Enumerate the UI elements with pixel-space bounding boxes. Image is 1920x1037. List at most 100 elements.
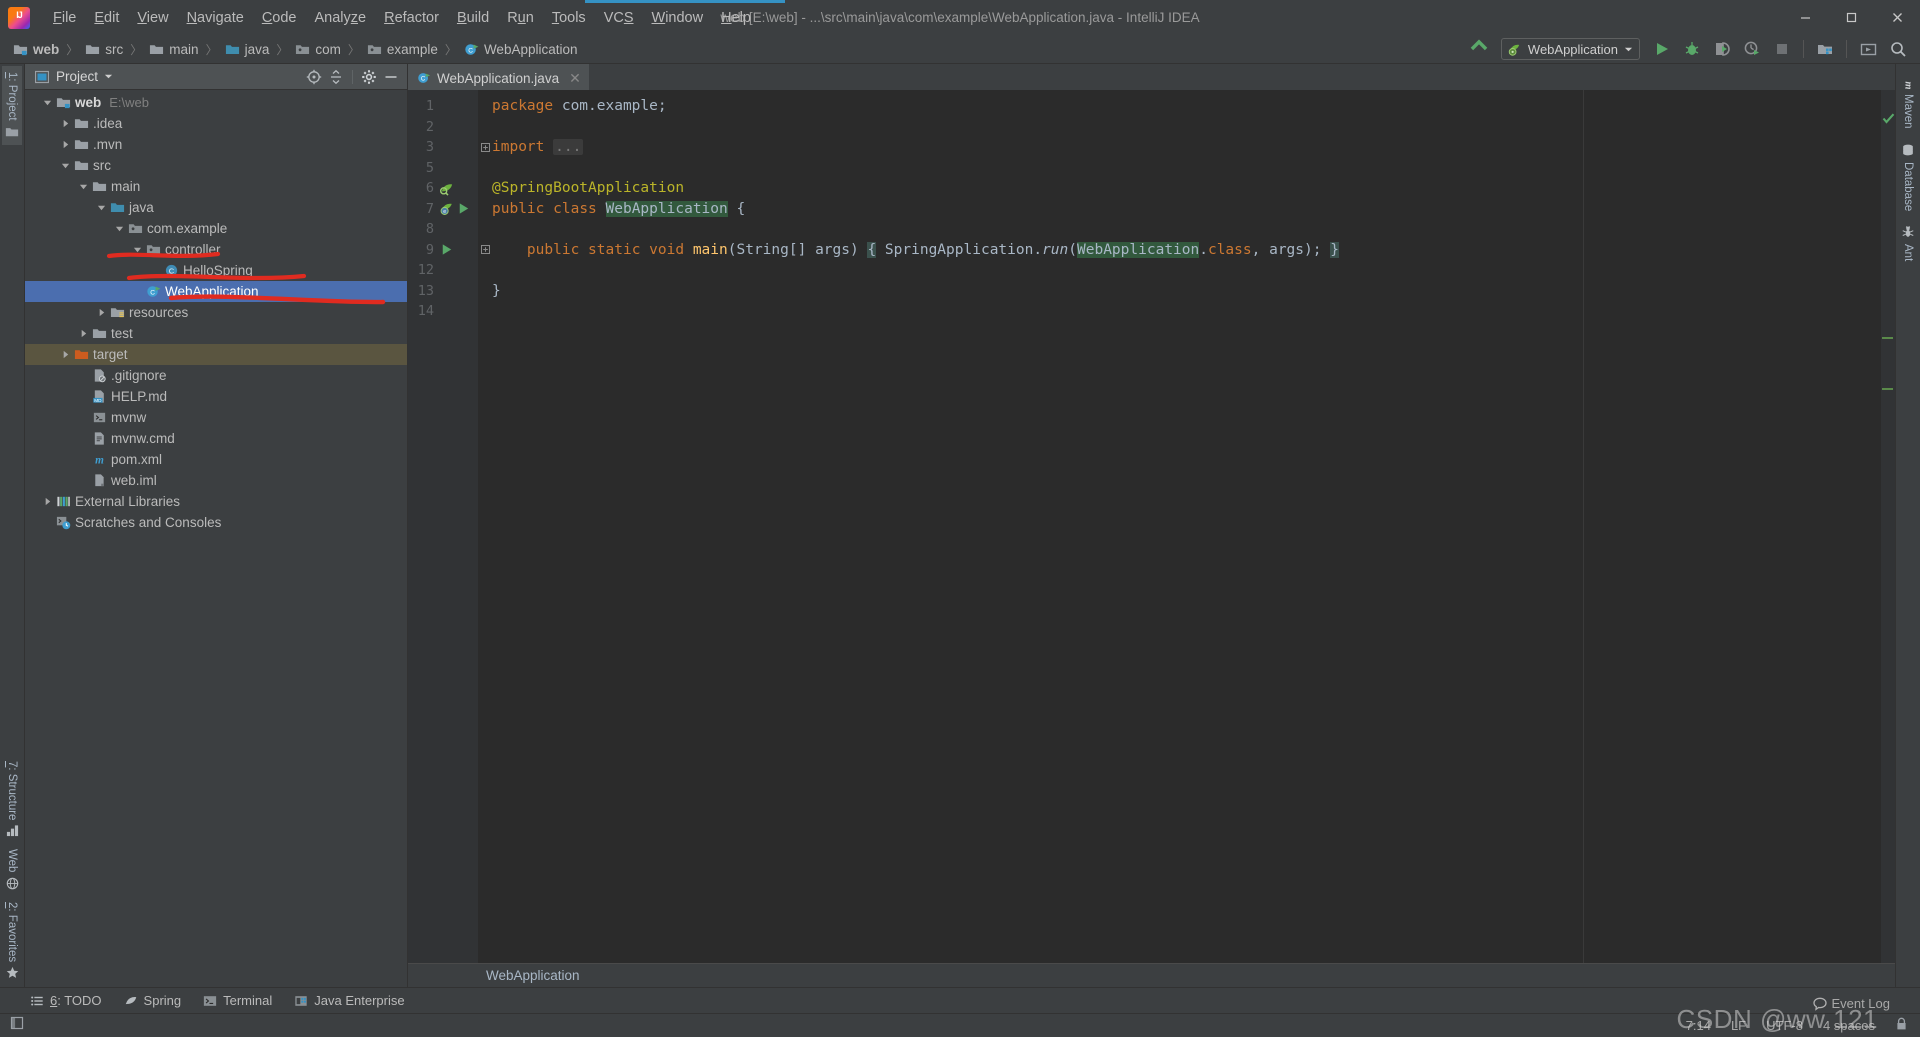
chevron-right-icon[interactable] [59, 140, 72, 149]
bottom-tab-6-todo[interactable]: 6: TODO [30, 993, 102, 1008]
menu-item-code[interactable]: Code [253, 7, 306, 29]
editor-tab-webapplication[interactable]: C WebApplication.java ✕ [408, 64, 589, 90]
tree-node-external-libraries[interactable]: External Libraries [25, 491, 407, 512]
tree-node-scratches-and-consoles[interactable]: Scratches and Consoles [25, 512, 407, 533]
gutter-icons[interactable] [434, 181, 474, 196]
gutter-icons[interactable]: e [434, 201, 474, 216]
menu-item-view[interactable]: View [128, 7, 177, 29]
tree-node-main[interactable]: main [25, 176, 407, 197]
breadcrumb-item-web[interactable]: web [10, 41, 62, 58]
chevron-right-icon[interactable] [77, 329, 90, 338]
bottom-tab-terminal[interactable]: Terminal [203, 993, 272, 1008]
tree-node-hellospring[interactable]: C HelloSpring [25, 260, 407, 281]
breadcrumb-item-java[interactable]: java [222, 41, 273, 58]
gutter-line-1[interactable]: 1 [408, 96, 478, 117]
breadcrumb-item-com[interactable]: com [292, 41, 344, 58]
bottom-tab-java-enterprise[interactable]: Java Enterprise [294, 993, 405, 1008]
close-tab-icon[interactable]: ✕ [569, 70, 581, 87]
analysis-marker-gutter[interactable] [1881, 90, 1895, 963]
menu-item-vcs[interactable]: VCS [595, 7, 643, 29]
chevron-down-icon[interactable] [59, 161, 72, 170]
tree-node-target[interactable]: target [25, 344, 407, 365]
select-opened-file-button[interactable] [1854, 36, 1882, 62]
scroll-from-source-button[interactable] [304, 67, 324, 87]
tree-node-web[interactable]: web E:\web [25, 92, 407, 113]
menu-item-build[interactable]: Build [448, 7, 498, 29]
fold-marker-import[interactable] [478, 137, 492, 158]
project-structure-button[interactable] [1811, 36, 1839, 62]
gutter-line-8[interactable]: 8 [408, 219, 478, 240]
chevron-down-icon[interactable] [41, 98, 54, 107]
tree-node-controller[interactable]: controller [25, 239, 407, 260]
show-tool-windows-icon[interactable] [10, 1016, 24, 1035]
breadcrumb-item-main[interactable]: main [146, 41, 201, 58]
chevron-down-icon[interactable] [131, 245, 144, 254]
tool-window-button-maven[interactable]: m Maven [1898, 68, 1918, 136]
tree-node-pom-xml[interactable]: m pom.xml [25, 449, 407, 470]
gutter-line-13[interactable]: 13 [408, 281, 478, 302]
read-only-lock-icon[interactable] [1895, 1017, 1908, 1034]
gutter-line-6[interactable]: 6 [408, 178, 478, 199]
run-configuration-selector[interactable]: WebApplication [1500, 38, 1640, 60]
tree-node-test[interactable]: test [25, 323, 407, 344]
project-panel-dropdown-icon[interactable] [104, 68, 113, 86]
tool-window-button-1-project[interactable]: 1: Project [2, 66, 22, 145]
profile-button[interactable] [1738, 36, 1766, 62]
tree-node-webapplication[interactable]: C WebApplication [25, 281, 407, 302]
debug-button[interactable] [1678, 36, 1706, 62]
menu-item-run[interactable]: Run [498, 7, 543, 29]
tree-node-mvnw-cmd[interactable]: mvnw.cmd [25, 428, 407, 449]
collapse-all-button[interactable] [326, 67, 346, 87]
tool-window-button-7-structure[interactable]: 7: Structure [3, 755, 22, 843]
code-editor[interactable]: 1 2 3 5 6 7 e 8 9 12 13 14 package com.example; impo… [408, 90, 1895, 963]
chevron-right-icon[interactable] [59, 119, 72, 128]
gutter-line-14[interactable]: 14 [408, 301, 478, 322]
gutter-line-7[interactable]: 7e [408, 199, 478, 220]
fold-markers[interactable] [478, 96, 492, 260]
stop-button[interactable] [1768, 36, 1796, 62]
breadcrumb-item-src[interactable]: src [82, 41, 126, 58]
gutter-line-2[interactable]: 2 [408, 117, 478, 138]
editor-breadcrumb[interactable]: WebApplication [408, 963, 1895, 987]
maximize-button[interactable] [1828, 0, 1874, 35]
tree-node--idea[interactable]: .idea [25, 113, 407, 134]
tree-node-mvnw[interactable]: mvnw [25, 407, 407, 428]
tool-window-button-database[interactable]: Database [1898, 136, 1918, 218]
chevron-right-icon[interactable] [59, 350, 72, 359]
tree-node-resources[interactable]: resources [25, 302, 407, 323]
menu-item-file[interactable]: File [44, 7, 85, 29]
gutter-line-5[interactable]: 5 [408, 158, 478, 179]
menu-item-analyze[interactable]: Analyze [306, 7, 376, 29]
tool-window-button-web[interactable]: Web [3, 843, 22, 895]
menu-item-window[interactable]: Window [643, 7, 713, 29]
gutter-line-12[interactable]: 12 [408, 260, 478, 281]
bottom-tab-spring[interactable]: Spring [124, 993, 181, 1008]
update-project-button[interactable] [1465, 36, 1493, 62]
chevron-right-icon[interactable] [95, 308, 108, 317]
tree-node--mvn[interactable]: .mvn [25, 134, 407, 155]
event-log-button[interactable]: Event Log [1813, 996, 1890, 1011]
code-text[interactable]: package com.example; import ... @SpringBoo… [478, 90, 1881, 322]
tree-node--gitignore[interactable]: .gitignore [25, 365, 407, 386]
tool-window-button-ant[interactable]: Ant [1898, 218, 1918, 268]
tree-node-help-md[interactable]: MD HELP.md [25, 386, 407, 407]
gutter-icons[interactable] [434, 242, 474, 257]
menu-item-help[interactable]: Help [712, 7, 760, 29]
chevron-down-icon[interactable] [113, 224, 126, 233]
line-separator[interactable]: LF [1731, 1018, 1746, 1033]
breadcrumb-item-example[interactable]: example [364, 41, 441, 58]
search-everywhere-button[interactable] [1884, 36, 1912, 62]
run-button[interactable] [1648, 36, 1676, 62]
minimize-button[interactable] [1782, 0, 1828, 35]
fold-marker-main[interactable] [478, 240, 492, 261]
menu-item-navigate[interactable]: Navigate [178, 7, 253, 29]
chevron-down-icon[interactable] [77, 182, 90, 191]
breadcrumb-item-webapplication[interactable]: C WebApplication [461, 41, 581, 58]
tree-node-java[interactable]: java [25, 197, 407, 218]
hide-panel-button[interactable] [381, 67, 401, 87]
editor-gutter[interactable]: 1 2 3 5 6 7 e 8 9 12 13 14 [408, 90, 478, 963]
tool-window-button-2-favorites[interactable]: 2: Favorites [3, 896, 22, 985]
close-button[interactable] [1874, 0, 1920, 35]
project-tree[interactable]: web E:\web .idea .mvn src main java com.example… [25, 90, 407, 987]
menu-item-refactor[interactable]: Refactor [375, 7, 448, 29]
